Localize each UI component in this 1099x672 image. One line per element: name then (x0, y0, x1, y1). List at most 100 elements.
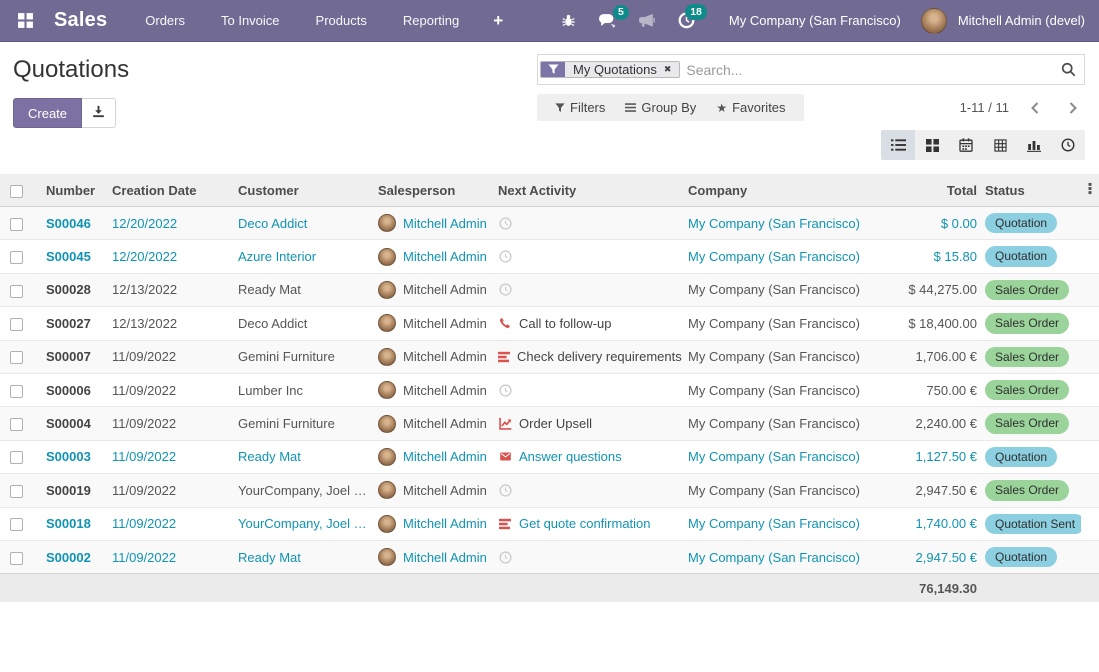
cell-number[interactable]: S00003 (42, 440, 108, 473)
cell-number[interactable]: S00007 (42, 340, 108, 373)
cell-next-activity[interactable]: Answer questions (494, 440, 684, 473)
row-select-cell[interactable] (0, 273, 42, 306)
favorites-button[interactable]: ★ Favorites (708, 98, 793, 117)
cell-next-activity[interactable]: Order Upsell (494, 407, 684, 440)
row-select-cell[interactable] (0, 307, 42, 340)
header-company[interactable]: Company (684, 174, 894, 207)
cell-number[interactable]: S00019 (42, 474, 108, 507)
cell-customer[interactable]: YourCompany, Joel Willis (234, 474, 374, 507)
cell-total[interactable]: $ 0.00 (894, 207, 981, 240)
cell-salesperson[interactable]: Mitchell Admin (374, 540, 494, 573)
cell-salesperson[interactable]: Mitchell Admin (374, 373, 494, 406)
cell-customer[interactable]: Azure Interior (234, 240, 374, 273)
apps-grid-icon[interactable] (14, 10, 36, 32)
cell-next-activity[interactable] (494, 273, 684, 306)
cell-customer[interactable]: YourCompany, Joel Willis (234, 507, 374, 540)
cell-salesperson[interactable]: Mitchell Admin (374, 307, 494, 340)
cell-creation-date[interactable]: 11/09/2022 (108, 440, 234, 473)
cell-next-activity[interactable] (494, 240, 684, 273)
export-button[interactable] (82, 98, 116, 128)
cell-creation-date[interactable]: 11/09/2022 (108, 407, 234, 440)
cell-creation-date[interactable]: 12/20/2022 (108, 240, 234, 273)
cell-creation-date[interactable]: 11/09/2022 (108, 340, 234, 373)
row-checkbox[interactable] (10, 385, 23, 398)
cell-next-activity[interactable]: Call to follow-up (494, 307, 684, 340)
cell-number[interactable]: S00028 (42, 273, 108, 306)
table-row[interactable]: S0002712/13/2022Deco AddictMitchell Admi… (0, 307, 1099, 340)
cell-company[interactable]: My Company (San Francisco) (684, 373, 894, 406)
table-row[interactable]: S0002812/13/2022Ready MatMitchell AdminM… (0, 273, 1099, 306)
row-checkbox[interactable] (10, 418, 23, 431)
header-salesperson[interactable]: Salesperson (374, 174, 494, 207)
cell-salesperson[interactable]: Mitchell Admin (374, 273, 494, 306)
cell-number[interactable]: S00004 (42, 407, 108, 440)
row-checkbox[interactable] (10, 451, 23, 464)
cell-salesperson[interactable]: Mitchell Admin (374, 474, 494, 507)
group-by-button[interactable]: Group By (617, 98, 704, 117)
menu-add-button[interactable]: + (479, 3, 517, 39)
cell-number[interactable]: S00006 (42, 373, 108, 406)
cell-company[interactable]: My Company (San Francisco) (684, 440, 894, 473)
menu-to-invoice[interactable]: To Invoice (205, 1, 296, 40)
cell-total[interactable]: 750.00 € (894, 373, 981, 406)
user-avatar[interactable] (921, 8, 947, 34)
select-all-checkbox[interactable] (10, 185, 23, 198)
cell-creation-date[interactable]: 12/20/2022 (108, 207, 234, 240)
tasks-icon[interactable] (498, 518, 512, 530)
cell-salesperson[interactable]: Mitchell Admin (374, 440, 494, 473)
header-number[interactable]: Number (42, 174, 108, 207)
cell-next-activity[interactable]: Get quote confirmation (494, 507, 684, 540)
create-button[interactable]: Create (13, 98, 82, 128)
messages-icon[interactable]: 5 (588, 7, 627, 35)
user-menu[interactable]: Mitchell Admin (devel) (949, 13, 1085, 28)
row-checkbox[interactable] (10, 318, 23, 331)
cell-next-activity[interactable]: Check delivery requirements (494, 340, 684, 373)
cell-creation-date[interactable]: 12/13/2022 (108, 307, 234, 340)
menu-reporting[interactable]: Reporting (387, 1, 475, 40)
list-view-button[interactable] (881, 130, 915, 160)
header-creation-date[interactable]: Creation Date (108, 174, 234, 207)
cell-company[interactable]: My Company (San Francisco) (684, 407, 894, 440)
row-select-cell[interactable] (0, 373, 42, 406)
table-row[interactable]: S0000311/09/2022Ready MatMitchell AdminA… (0, 440, 1099, 473)
cell-number[interactable]: S00046 (42, 207, 108, 240)
cell-next-activity[interactable] (494, 373, 684, 406)
table-row[interactable]: S0004612/20/2022Deco AddictMitchell Admi… (0, 207, 1099, 240)
cell-total[interactable]: 2,947.50 € (894, 474, 981, 507)
table-row[interactable]: S0001911/09/2022YourCompany, Joel Willis… (0, 474, 1099, 507)
envelope-icon[interactable] (498, 451, 512, 462)
table-row[interactable]: S0000711/09/2022Gemini FurnitureMitchell… (0, 340, 1099, 373)
row-select-cell[interactable] (0, 474, 42, 507)
cell-creation-date[interactable]: 11/09/2022 (108, 474, 234, 507)
table-row[interactable]: S0000611/09/2022Lumber IncMitchell Admin… (0, 373, 1099, 406)
cell-number[interactable]: S00027 (42, 307, 108, 340)
cell-customer[interactable]: Gemini Furniture (234, 407, 374, 440)
search-input[interactable] (686, 62, 1055, 78)
cell-total[interactable]: 1,706.00 € (894, 340, 981, 373)
cell-number[interactable]: S00002 (42, 540, 108, 573)
cell-customer[interactable]: Ready Mat (234, 273, 374, 306)
cell-customer[interactable]: Deco Addict (234, 307, 374, 340)
cell-next-activity[interactable] (494, 540, 684, 573)
cell-creation-date[interactable]: 11/09/2022 (108, 373, 234, 406)
row-checkbox[interactable] (10, 485, 23, 498)
clock-icon[interactable] (498, 384, 512, 397)
kanban-view-button[interactable] (915, 130, 949, 160)
row-select-cell[interactable] (0, 540, 42, 573)
cell-customer[interactable]: Deco Addict (234, 207, 374, 240)
cell-salesperson[interactable]: Mitchell Admin (374, 340, 494, 373)
cell-total[interactable]: $ 18,400.00 (894, 307, 981, 340)
clock-icon[interactable] (498, 250, 512, 263)
graph-view-button[interactable] (1017, 130, 1051, 160)
table-row[interactable]: S0004512/20/2022Azure InteriorMitchell A… (0, 240, 1099, 273)
cell-salesperson[interactable]: Mitchell Admin (374, 507, 494, 540)
cell-salesperson[interactable]: Mitchell Admin (374, 407, 494, 440)
cell-company[interactable]: My Company (San Francisco) (684, 273, 894, 306)
table-row[interactable]: S0001811/09/2022YourCompany, Joel Willis… (0, 507, 1099, 540)
row-checkbox[interactable] (10, 251, 23, 264)
cell-total[interactable]: 1,127.50 € (894, 440, 981, 473)
row-checkbox[interactable] (10, 351, 23, 364)
row-select-cell[interactable] (0, 207, 42, 240)
pager-previous-icon[interactable] (1023, 99, 1047, 117)
menu-products[interactable]: Products (300, 1, 383, 40)
